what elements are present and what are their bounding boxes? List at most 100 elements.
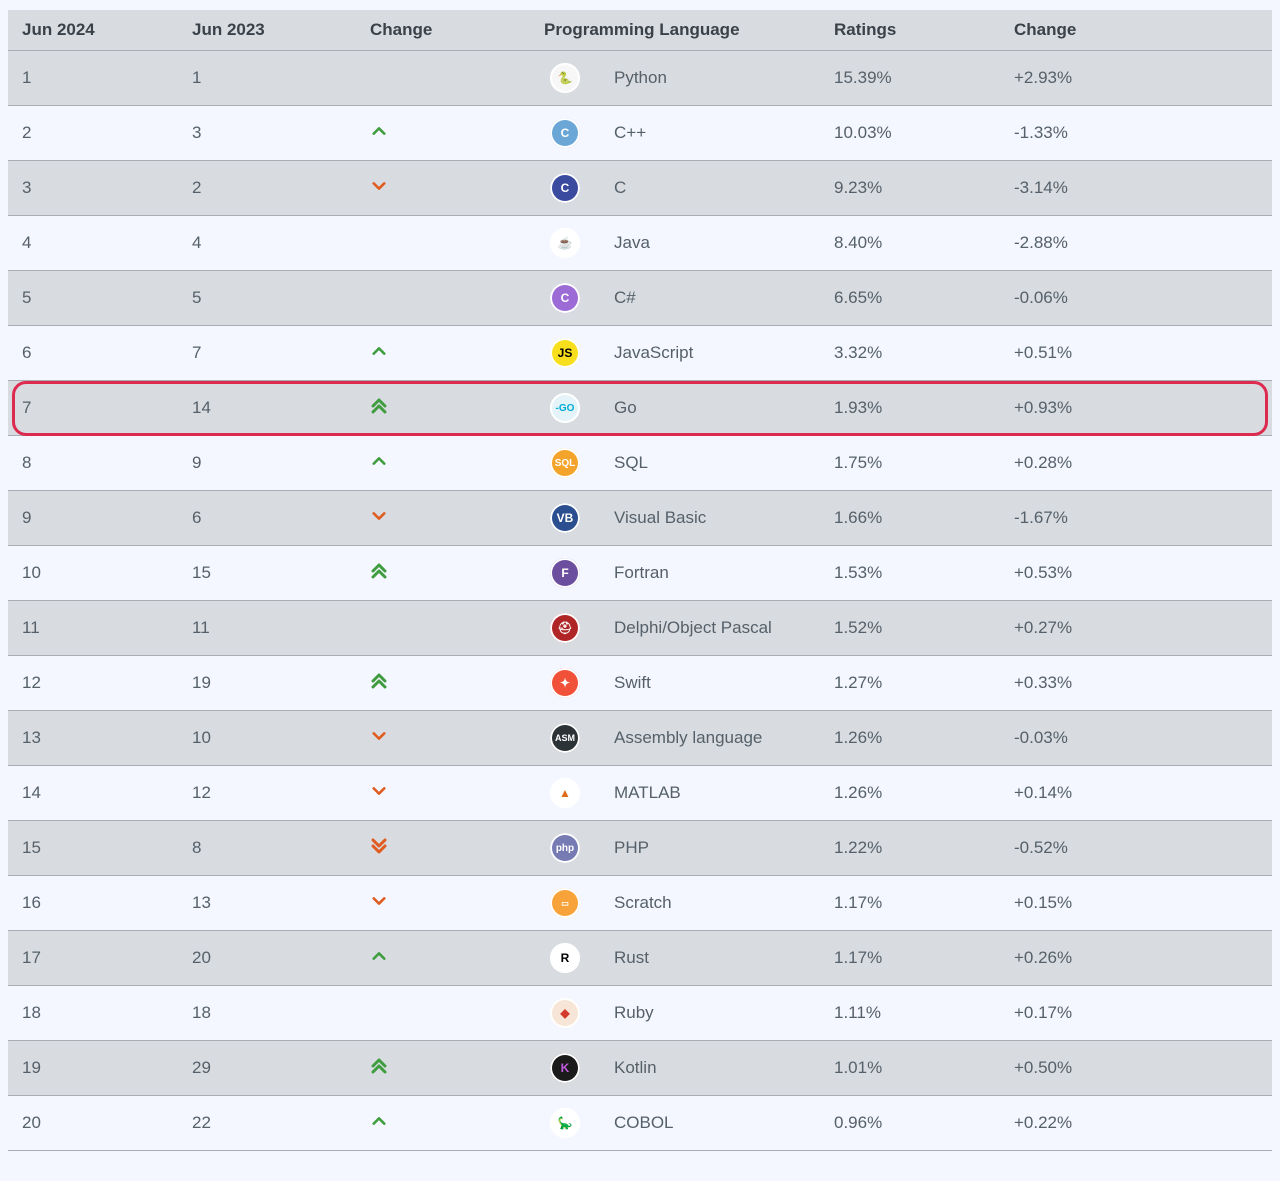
cell-ratings: 1.17% (820, 931, 1000, 986)
cell-rank-previous: 9 (178, 436, 356, 491)
cell-ratings: 9.23% (820, 161, 1000, 216)
cell-change (356, 381, 530, 436)
cell-rank-current: 6 (8, 326, 178, 381)
cell-ratings: 0.96% (820, 1096, 1000, 1151)
cell-change (356, 986, 530, 1041)
cell-rank-current: 11 (8, 601, 178, 656)
cell-language-icon: ◆ (530, 986, 600, 1041)
table-row: 3 2 C C 9.23% -3.14% (8, 161, 1272, 216)
cell-language-icon: VB (530, 491, 600, 546)
chevron-down-icon (370, 179, 388, 193)
cell-delta: +0.27% (1000, 601, 1272, 656)
cell-ratings: 1.26% (820, 766, 1000, 821)
col-header-change[interactable]: Change (356, 10, 530, 51)
table-row: 11 11 ⛑ Delphi/Object Pascal 1.52% +0.27… (8, 601, 1272, 656)
cell-language-name: C++ (600, 106, 820, 161)
cell-rank-current: 12 (8, 656, 178, 711)
cell-rank-previous: 22 (178, 1096, 356, 1151)
cell-change (356, 931, 530, 986)
cell-rank-previous: 10 (178, 711, 356, 766)
cell-change (356, 271, 530, 326)
cell-language-icon: JS (530, 326, 600, 381)
chevron-up-icon (370, 344, 388, 358)
table-header-row: Jun 2024 Jun 2023 Change Programming Lan… (8, 10, 1272, 51)
cell-delta: +0.17% (1000, 986, 1272, 1041)
cell-rank-previous: 14 (178, 381, 356, 436)
cell-delta: +0.22% (1000, 1096, 1272, 1151)
cell-rank-previous: 15 (178, 546, 356, 601)
cell-delta: +0.93% (1000, 381, 1272, 436)
cell-language-icon: ▭ (530, 876, 600, 931)
cell-change (356, 601, 530, 656)
delphi-icon: ⛑ (550, 613, 580, 643)
cell-change (356, 326, 530, 381)
cell-language-name: Python (600, 51, 820, 106)
cell-rank-current: 1 (8, 51, 178, 106)
cell-rank-current: 16 (8, 876, 178, 931)
table-row: 19 29 K Kotlin 1.01% +0.50% (8, 1041, 1272, 1096)
cell-language-name: Kotlin (600, 1041, 820, 1096)
asm-icon: ASM (550, 723, 580, 753)
cell-language-icon: K (530, 1041, 600, 1096)
col-header-rank-previous[interactable]: Jun 2023 (178, 10, 356, 51)
table-row: 5 5 C C# 6.65% -0.06% (8, 271, 1272, 326)
sql-icon: SQL (550, 448, 580, 478)
cell-change (356, 656, 530, 711)
cell-language-icon: -GO (530, 381, 600, 436)
cell-ratings: 15.39% (820, 51, 1000, 106)
c-icon: C (550, 173, 580, 203)
col-header-language[interactable]: Programming Language (530, 10, 820, 51)
col-header-rank-current[interactable]: Jun 2024 (8, 10, 178, 51)
cell-language-icon: C (530, 161, 600, 216)
cell-language-name: Ruby (600, 986, 820, 1041)
cell-rank-current: 8 (8, 436, 178, 491)
cell-rank-current: 9 (8, 491, 178, 546)
vb-icon: VB (550, 503, 580, 533)
cell-change (356, 766, 530, 821)
cell-delta: +0.14% (1000, 766, 1272, 821)
csharp-icon: C (550, 283, 580, 313)
cell-delta: +0.26% (1000, 931, 1272, 986)
kotlin-icon: K (550, 1053, 580, 1083)
cell-language-name: PHP (600, 821, 820, 876)
table-row: 15 8 php PHP 1.22% -0.52% (8, 821, 1272, 876)
cell-language-name: Assembly language (600, 711, 820, 766)
cell-rank-current: 3 (8, 161, 178, 216)
python-icon: 🐍 (550, 63, 580, 93)
cell-rank-current: 4 (8, 216, 178, 271)
cell-rank-previous: 20 (178, 931, 356, 986)
table-row: 13 10 ASM Assembly language 1.26% -0.03% (8, 711, 1272, 766)
chevron-up-icon (370, 124, 388, 138)
cell-change (356, 216, 530, 271)
cell-delta: -1.33% (1000, 106, 1272, 161)
cell-ratings: 1.17% (820, 876, 1000, 931)
cell-language-icon: php (530, 821, 600, 876)
cell-language-icon: SQL (530, 436, 600, 491)
cell-ratings: 10.03% (820, 106, 1000, 161)
cell-language-name: Rust (600, 931, 820, 986)
chevron-down-icon (370, 784, 388, 798)
cell-language-name: Java (600, 216, 820, 271)
cell-rank-previous: 3 (178, 106, 356, 161)
table-row: 17 20 R Rust 1.17% +0.26% (8, 931, 1272, 986)
col-header-ratings[interactable]: Ratings (820, 10, 1000, 51)
cell-ratings: 1.52% (820, 601, 1000, 656)
cell-delta: +0.50% (1000, 1041, 1272, 1096)
cell-rank-previous: 18 (178, 986, 356, 1041)
cell-rank-current: 17 (8, 931, 178, 986)
cell-rank-previous: 11 (178, 601, 356, 656)
cell-rank-previous: 19 (178, 656, 356, 711)
cpp-icon: C (550, 118, 580, 148)
cell-rank-previous: 6 (178, 491, 356, 546)
cell-change (356, 1096, 530, 1151)
col-header-delta[interactable]: Change (1000, 10, 1272, 51)
cell-language-icon: C (530, 271, 600, 326)
cell-rank-current: 2 (8, 106, 178, 161)
cell-language-name: Swift (600, 656, 820, 711)
php-icon: php (550, 833, 580, 863)
double-chevron-up-icon (370, 397, 388, 415)
cell-change (356, 106, 530, 161)
cell-change (356, 436, 530, 491)
cell-rank-previous: 5 (178, 271, 356, 326)
cell-delta: -0.52% (1000, 821, 1272, 876)
